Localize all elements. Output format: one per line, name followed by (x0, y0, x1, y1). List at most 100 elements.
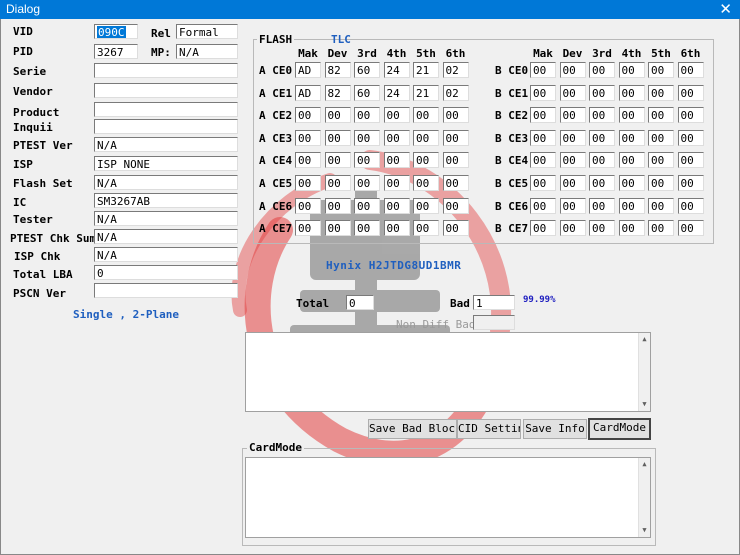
flash-id-cell[interactable]: 60 (354, 84, 380, 101)
flash-id-cell[interactable]: 60 (354, 62, 380, 78)
flash-id-cell[interactable]: 82 (324, 62, 351, 78)
flash-id-cell[interactable]: 00 (677, 152, 704, 169)
flash-id-cell[interactable]: 00 (677, 220, 704, 237)
total-lba-field[interactable]: 0 (94, 265, 238, 280)
flash-id-cell[interactable]: 00 (618, 107, 645, 124)
isp-chk-field[interactable]: N/A (94, 247, 238, 262)
flash-id-cell[interactable]: 00 (383, 220, 410, 237)
flash-id-cell[interactable]: 00 (559, 129, 586, 146)
flash-id-cell[interactable]: 00 (530, 197, 556, 214)
flash-id-cell[interactable]: 00 (648, 220, 674, 237)
flash-id-cell[interactable]: 00 (413, 175, 439, 191)
flash-id-cell[interactable]: 00 (648, 197, 674, 214)
flash-id-cell[interactable]: 00 (295, 220, 321, 237)
flash-id-cell[interactable]: 82 (324, 84, 351, 101)
scroll-down-icon[interactable]: ▼ (639, 525, 650, 536)
flash-id-cell[interactable]: 00 (559, 107, 586, 124)
total-field[interactable]: 0 (346, 295, 374, 310)
flash-id-cell[interactable]: 00 (559, 175, 586, 191)
scroll-up-icon[interactable]: ▲ (639, 459, 650, 470)
flash-id-cell[interactable]: 00 (559, 220, 586, 237)
flash-id-cell[interactable]: 00 (324, 129, 351, 146)
product-field-1[interactable] (94, 102, 238, 117)
save-info-button[interactable]: Save Info (523, 419, 587, 439)
flash-id-cell[interactable]: 00 (589, 84, 615, 101)
flash-id-cell[interactable]: 00 (442, 107, 469, 124)
pid-field[interactable]: 3267 (94, 44, 138, 59)
flash-id-cell[interactable]: 00 (354, 220, 380, 237)
product-field-2[interactable] (94, 119, 238, 134)
flash-id-cell[interactable]: 00 (383, 129, 410, 146)
flash-id-cell[interactable]: 00 (589, 197, 615, 214)
ptest-chk-sum-field[interactable]: N/A (94, 229, 238, 244)
flash-id-cell[interactable]: 00 (324, 220, 351, 237)
log-textarea[interactable]: ▲ ▼ (245, 332, 651, 412)
flash-id-cell[interactable]: 00 (413, 107, 439, 124)
flash-id-cell[interactable]: 00 (677, 175, 704, 191)
flash-id-cell[interactable]: 00 (442, 152, 469, 169)
flash-id-cell[interactable]: 00 (442, 220, 469, 237)
flash-id-cell[interactable]: 00 (383, 107, 410, 124)
cid-setting-button[interactable]: CID Setting (457, 419, 521, 439)
flash-id-cell[interactable]: 00 (442, 175, 469, 191)
flash-id-cell[interactable]: 00 (383, 152, 410, 169)
flash-id-cell[interactable]: 00 (295, 197, 321, 214)
flash-id-cell[interactable]: 00 (618, 62, 645, 78)
flash-id-cell[interactable]: 00 (677, 129, 704, 146)
flash-id-cell[interactable]: 00 (413, 220, 439, 237)
flash-id-cell[interactable]: 21 (413, 62, 439, 78)
rel-field[interactable]: Formal (176, 24, 238, 39)
scroll-up-icon[interactable]: ▲ (639, 334, 650, 345)
flash-id-cell[interactable]: 00 (648, 84, 674, 101)
save-bad-block-button[interactable]: Save Bad Block (368, 419, 457, 439)
flash-id-cell[interactable]: 00 (618, 129, 645, 146)
flash-id-cell[interactable]: 00 (648, 62, 674, 78)
flash-id-cell[interactable]: 00 (383, 175, 410, 191)
flash-id-cell[interactable]: 21 (413, 84, 439, 101)
flash-id-cell[interactable]: 00 (530, 220, 556, 237)
flash-id-cell[interactable]: 00 (648, 152, 674, 169)
flash-id-cell[interactable]: 00 (618, 197, 645, 214)
flash-id-cell[interactable]: 00 (530, 107, 556, 124)
flash-id-cell[interactable]: 00 (618, 84, 645, 101)
bad-field[interactable]: 1 (473, 295, 515, 310)
flash-id-cell[interactable]: 00 (324, 152, 351, 169)
flash-id-cell[interactable]: 00 (648, 175, 674, 191)
flash-id-cell[interactable]: 00 (559, 197, 586, 214)
flash-id-cell[interactable]: 00 (295, 152, 321, 169)
flash-id-cell[interactable]: 00 (589, 175, 615, 191)
flash-id-cell[interactable]: 00 (589, 152, 615, 169)
flash-id-cell[interactable]: 00 (324, 175, 351, 191)
flash-id-cell[interactable]: 00 (413, 197, 439, 214)
flash-id-cell[interactable]: 00 (677, 197, 704, 214)
flash-id-cell[interactable]: 00 (413, 152, 439, 169)
flash-id-cell[interactable]: 02 (442, 62, 469, 78)
flash-id-cell[interactable]: 00 (530, 175, 556, 191)
flash-id-cell[interactable]: AD (295, 84, 321, 101)
flash-id-cell[interactable]: 00 (648, 129, 674, 146)
flash-id-cell[interactable]: 00 (354, 129, 380, 146)
flash-id-cell[interactable]: 00 (530, 62, 556, 78)
flash-id-cell[interactable]: 00 (530, 84, 556, 101)
mp-field[interactable]: N/A (176, 44, 238, 59)
flash-id-cell[interactable]: 00 (442, 129, 469, 146)
flash-id-cell[interactable]: 00 (324, 197, 351, 214)
flash-set-field[interactable]: N/A (94, 175, 238, 190)
cardmode-button[interactable]: CardMode (588, 418, 651, 440)
flash-id-cell[interactable]: 00 (589, 62, 615, 78)
flash-id-cell[interactable]: 24 (383, 62, 410, 78)
flash-id-cell[interactable]: 02 (442, 84, 469, 101)
flash-id-cell[interactable]: 00 (354, 175, 380, 191)
flash-id-cell[interactable]: 00 (677, 62, 704, 78)
flash-id-cell[interactable]: AD (295, 62, 321, 78)
close-icon[interactable]: ✕ (719, 0, 732, 18)
vid-field[interactable]: 090C (94, 24, 138, 39)
flash-id-cell[interactable]: 00 (295, 107, 321, 124)
flash-id-cell[interactable]: 00 (618, 220, 645, 237)
flash-id-cell[interactable]: 00 (354, 152, 380, 169)
flash-id-cell[interactable]: 00 (354, 107, 380, 124)
flash-id-cell[interactable]: 00 (530, 129, 556, 146)
serie-field[interactable] (94, 63, 238, 78)
flash-id-cell[interactable]: 24 (383, 84, 410, 101)
flash-id-cell[interactable]: 00 (618, 175, 645, 191)
